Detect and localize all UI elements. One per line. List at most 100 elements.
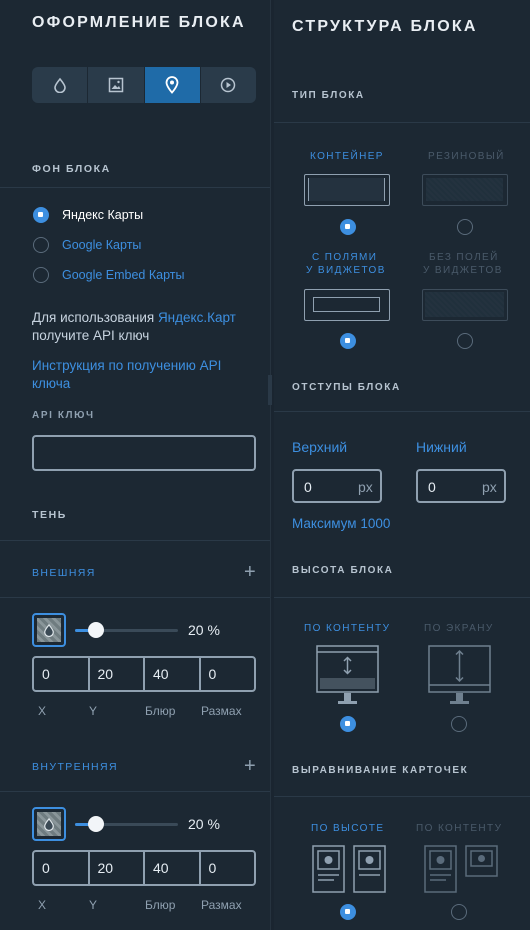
inner-spread-label: Размах	[201, 898, 242, 912]
inner-shadow-color-swatch[interactable]	[32, 807, 66, 841]
play-icon	[221, 77, 236, 93]
fluid-icon[interactable]	[422, 174, 508, 206]
image-icon	[108, 77, 124, 93]
divider	[274, 597, 530, 598]
inner-shadow-label: ВНУТРЕННЯЯ	[32, 761, 119, 773]
outer-blur-label: Блюр	[145, 704, 176, 718]
add-outer-shadow-button[interactable]: +	[244, 562, 256, 582]
divider	[274, 122, 530, 123]
outer-blur-input[interactable]: 40	[145, 658, 201, 690]
radio-height-content[interactable]	[340, 716, 356, 732]
radio-label-google-embed: Google Embed Карты	[62, 268, 185, 282]
outer-y-input[interactable]: 20	[90, 658, 145, 690]
radio-type-fluid[interactable]	[457, 219, 473, 235]
outer-shadow-label: ВНЕШНЯЯ	[32, 567, 96, 579]
radio-label-google: Google Карты	[62, 238, 142, 252]
bottom-offset-label: Нижний	[416, 439, 467, 455]
api-instruction-link[interactable]: Инструкция по получению API ключа	[32, 357, 262, 393]
map-pin-icon	[165, 76, 179, 94]
design-tabs	[32, 67, 256, 103]
outer-x-input[interactable]: 0	[34, 658, 90, 690]
drop-icon	[44, 623, 54, 637]
block-offsets-title: ОТСТУПЫ БЛОКА	[292, 382, 401, 393]
outer-y-label: Y	[89, 704, 98, 718]
tab-background-image[interactable]	[88, 67, 145, 103]
drop-icon	[44, 817, 54, 831]
outer-x-label: X	[38, 704, 47, 718]
align-by-content-icon[interactable]	[424, 845, 498, 895]
tab-background-color[interactable]	[32, 67, 89, 103]
add-inner-shadow-button[interactable]: +	[244, 756, 256, 776]
inner-spread-input[interactable]: 0	[201, 852, 255, 884]
no-padding-label: БЕЗ ПОЛЕЙ	[429, 252, 499, 263]
yandex-maps-link[interactable]: Яндекс.Карт	[158, 310, 236, 325]
outer-shadow-fields: 0 20 40 0	[32, 656, 256, 692]
outer-spread-input[interactable]: 0	[201, 658, 255, 690]
inner-y-input[interactable]: 20	[90, 852, 145, 884]
api-info-post: получите API ключ	[32, 328, 150, 343]
inner-opacity-value: 20 %	[188, 816, 220, 832]
divider	[0, 540, 270, 541]
with-padding-icon[interactable]	[304, 289, 390, 321]
radio-no-padding[interactable]	[457, 333, 473, 349]
height-content-label: ПО КОНТЕНТУ	[304, 623, 391, 634]
panel-title: СТРУКТУРА БЛОКА	[292, 18, 478, 35]
tab-map[interactable]	[144, 67, 201, 103]
outer-spread-label: Размах	[201, 704, 242, 718]
panel-title: ОФОРМЛЕНИЕ БЛОКА	[32, 14, 246, 31]
drop-icon	[53, 77, 66, 93]
divider	[0, 597, 270, 598]
no-padding-label-2: У ВИДЖЕТОВ	[423, 265, 503, 276]
type-fluid-label: РЕЗИНОВЫЙ	[428, 151, 505, 162]
radio-align-height[interactable]	[340, 904, 356, 920]
block-height-title: ВЫСОТА БЛОКА	[292, 565, 394, 576]
inner-y-label: Y	[89, 898, 98, 912]
outer-shadow-color-swatch[interactable]	[32, 613, 66, 647]
card-align-title: ВЫРАВНИВАНИЕ КАРТОЧЕК	[292, 765, 469, 776]
scrollbar-thumb[interactable]	[268, 375, 272, 405]
top-offset-label: Верхний	[292, 439, 348, 455]
type-container-label: КОНТЕЙНЕР	[310, 151, 384, 162]
inner-blur-input[interactable]: 40	[145, 852, 201, 884]
radio-with-padding[interactable]	[340, 333, 356, 349]
top-offset-value: 0	[304, 479, 312, 495]
with-padding-label: С ПОЛЯМИ	[312, 252, 378, 263]
top-offset-unit: px	[358, 479, 373, 495]
divider	[274, 796, 530, 797]
outer-opacity-slider[interactable]	[88, 622, 104, 638]
divider	[0, 187, 270, 188]
api-info-pre: Для использования	[32, 310, 158, 325]
monitor-screen-icon[interactable]	[428, 645, 492, 707]
block-structure-panel: СТРУКТУРА БЛОКА ТИП БЛОКА КОНТЕЙНЕР РЕЗИ…	[274, 0, 530, 930]
radio-google-embed[interactable]	[33, 267, 49, 283]
inner-x-label: X	[38, 898, 47, 912]
api-key-label: API КЛЮЧ	[32, 410, 95, 421]
inner-x-input[interactable]: 0	[34, 852, 90, 884]
radio-label-yandex: Яндекс Карты	[62, 208, 144, 222]
tab-video[interactable]	[201, 67, 256, 103]
inner-shadow-fields: 0 20 40 0	[32, 850, 256, 886]
api-key-input[interactable]	[32, 435, 256, 471]
divider	[0, 791, 270, 792]
radio-align-content[interactable]	[451, 904, 467, 920]
api-info-text: Для использования Яндекс.Карт получите A…	[32, 309, 262, 345]
align-height-label: ПО ВЫСОТЕ	[311, 823, 385, 834]
radio-yandex-maps[interactable]	[33, 207, 49, 223]
bottom-offset-value: 0	[428, 479, 436, 495]
align-content-label: ПО КОНТЕНТУ	[416, 823, 503, 834]
inner-opacity-slider[interactable]	[88, 816, 104, 832]
radio-google-maps[interactable]	[33, 237, 49, 253]
radio-type-container[interactable]	[340, 219, 356, 235]
max-offset-note: Максимум 1000	[292, 516, 391, 531]
container-icon[interactable]	[304, 174, 390, 206]
align-by-height-icon[interactable]	[312, 845, 386, 895]
bottom-offset-unit: px	[482, 479, 497, 495]
bg-section-title: ФОН БЛОКА	[32, 163, 111, 175]
inner-blur-label: Блюр	[145, 898, 176, 912]
shadow-title: ТЕНЬ	[32, 509, 67, 521]
radio-height-screen[interactable]	[451, 716, 467, 732]
monitor-content-icon[interactable]	[316, 645, 380, 707]
no-padding-icon[interactable]	[422, 289, 508, 321]
height-screen-label: ПО ЭКРАНУ	[424, 623, 494, 634]
divider	[274, 411, 530, 412]
